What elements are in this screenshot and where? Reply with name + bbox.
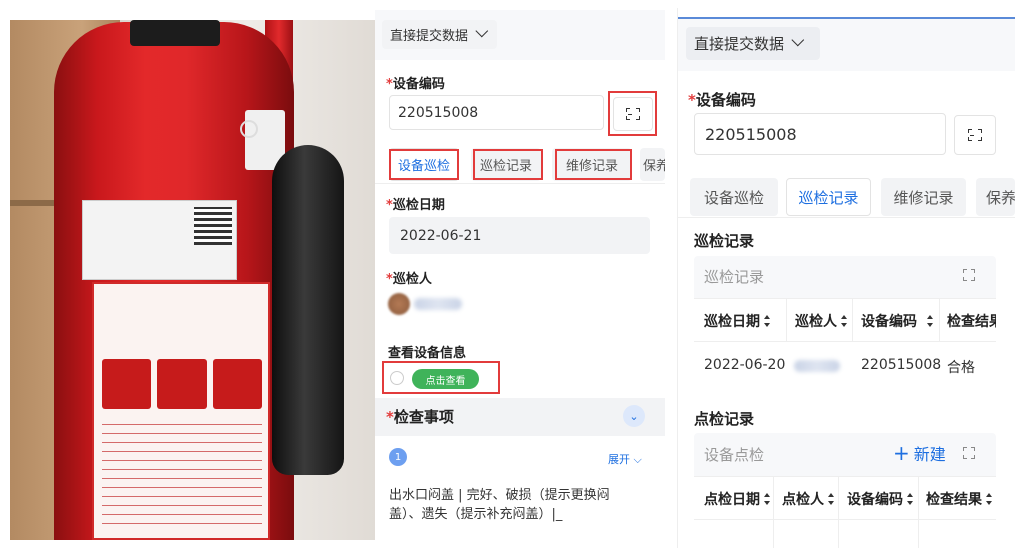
col-sep bbox=[773, 476, 774, 548]
highlight-tab1 bbox=[389, 149, 459, 180]
brand-mark bbox=[240, 120, 258, 138]
item-number-badge: 1 bbox=[389, 448, 407, 466]
left-submit-mode-dropdown[interactable]: 直接提交数据 bbox=[382, 20, 497, 49]
inspect-date-value: 2022-06-21 bbox=[400, 227, 482, 244]
right-tab-maintenance[interactable]: 保养 bbox=[976, 178, 1015, 216]
column-header-inspector[interactable]: 巡检人 bbox=[795, 311, 847, 331]
device-code-value: 220515008 bbox=[398, 104, 479, 121]
left-tab-maintenance[interactable]: 保养 bbox=[640, 148, 665, 181]
label-text-rows bbox=[102, 424, 262, 524]
submit-mode-label: 直接提交数据 bbox=[694, 35, 785, 53]
double-chevron-down-icon[interactable]: ⌄ bbox=[623, 405, 645, 427]
row-inspect-date: 2022-06-20 bbox=[704, 357, 786, 373]
sort-icon bbox=[986, 493, 992, 505]
inspect-date-label: *巡检日期 bbox=[386, 198, 445, 213]
highlight-tab3 bbox=[555, 149, 632, 180]
row-inspector-blurred bbox=[794, 360, 840, 372]
label-pictograms bbox=[102, 359, 262, 409]
plus-icon: + bbox=[893, 441, 910, 465]
right-submit-mode-dropdown[interactable]: 直接提交数据 bbox=[686, 27, 820, 60]
divider bbox=[375, 183, 665, 184]
new-button[interactable]: + 新建 bbox=[893, 441, 946, 465]
column-header-result[interactable]: 检查结果 bbox=[926, 489, 992, 509]
qr-code bbox=[194, 207, 232, 245]
extinguisher-neck bbox=[130, 20, 220, 46]
col-sep bbox=[918, 476, 919, 548]
inspector-label: *巡检人 bbox=[386, 272, 432, 287]
fullscreen-icon[interactable] bbox=[963, 269, 975, 281]
inspector-avatar bbox=[388, 293, 410, 315]
fullscreen-icon[interactable] bbox=[963, 447, 975, 459]
sort-icon bbox=[907, 493, 913, 505]
column-header-spot-inspector[interactable]: 点检人 bbox=[782, 489, 834, 509]
column-header-device-code[interactable]: 设备编码 bbox=[847, 489, 913, 509]
sort-icon bbox=[764, 315, 770, 327]
spot-table-body bbox=[694, 520, 996, 548]
highlight-view bbox=[382, 361, 500, 394]
inspector-name-blurred bbox=[414, 298, 462, 310]
check-items-label: *检查事项 bbox=[386, 408, 454, 426]
chevron-down-icon: ⌵ bbox=[633, 453, 642, 466]
device-code-input[interactable]: 220515008 bbox=[694, 113, 946, 155]
sort-icon bbox=[841, 315, 847, 327]
device-code-label: *设备编码 bbox=[688, 91, 756, 109]
highlight-tab2 bbox=[473, 149, 543, 180]
divider bbox=[678, 217, 1015, 218]
device-code-input[interactable]: 220515008 bbox=[389, 95, 604, 130]
device-code-label: *设备编码 bbox=[386, 77, 445, 92]
chevron-down-icon bbox=[475, 24, 489, 38]
inspection-card-title: 巡检记录 bbox=[704, 268, 765, 286]
column-header-inspect-date[interactable]: 巡检日期 bbox=[704, 311, 770, 331]
row-device-code: 220515008 bbox=[861, 357, 942, 373]
device-code-value: 220515008 bbox=[705, 124, 797, 144]
sort-icon bbox=[927, 315, 933, 327]
scan-button[interactable] bbox=[954, 115, 996, 155]
right-tab-device-inspection[interactable]: 设备巡检 bbox=[690, 178, 778, 216]
check-item-text: 出水口闷盖 | 完好、破损（提示更换闷盖）、遗失（提示补充闷盖）|_ bbox=[389, 488, 610, 522]
column-header-result[interactable]: 检查结果 bbox=[947, 311, 996, 331]
column-header-spot-date[interactable]: 点检日期 bbox=[704, 489, 770, 509]
sort-icon bbox=[828, 493, 834, 505]
highlight-scan bbox=[608, 91, 657, 136]
black-hose bbox=[272, 145, 344, 475]
inspection-section-title: 巡检记录 bbox=[694, 232, 755, 250]
fire-extinguisher-photo bbox=[10, 20, 375, 540]
equipment-id-plate bbox=[82, 200, 237, 280]
spot-section-title: 点检记录 bbox=[694, 410, 755, 428]
extinguisher-label bbox=[92, 282, 270, 540]
column-header-device-code[interactable]: 设备编码 bbox=[861, 311, 933, 331]
chevron-down-icon bbox=[791, 33, 805, 47]
view-device-label: 查看设备信息 bbox=[388, 346, 467, 361]
right-tab-inspection-records[interactable]: 巡检记录 bbox=[786, 178, 871, 216]
sort-icon bbox=[764, 493, 770, 505]
submit-mode-label: 直接提交数据 bbox=[390, 29, 469, 44]
spot-card-title: 设备点检 bbox=[704, 446, 765, 464]
inspect-date-field[interactable]: 2022-06-21 bbox=[389, 217, 650, 254]
row-result: 合格 bbox=[947, 360, 975, 376]
scan-icon bbox=[968, 129, 982, 141]
right-tab-repair-records[interactable]: 维修记录 bbox=[881, 178, 966, 216]
expand-link[interactable]: 展开 ⌵ bbox=[608, 451, 642, 467]
col-sep bbox=[838, 476, 839, 548]
